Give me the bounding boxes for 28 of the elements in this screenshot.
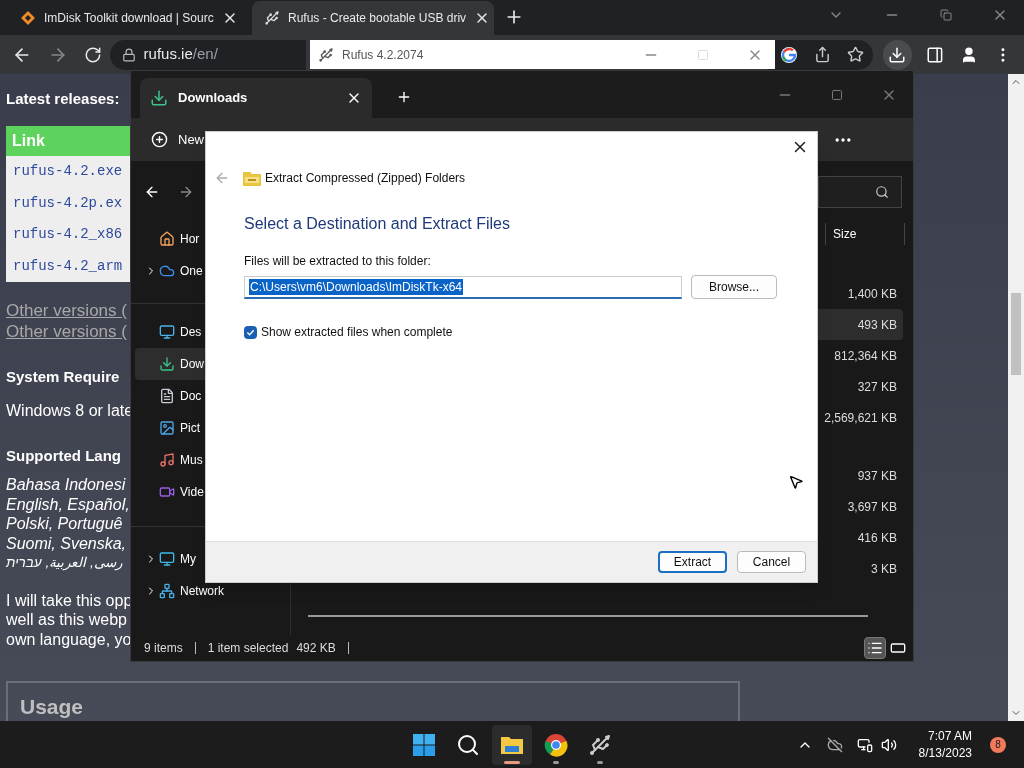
tab-title: Downloads (178, 89, 249, 108)
languages-line: Polski, Portuguê (6, 514, 123, 534)
section-heading: Supported Lang (6, 445, 121, 466)
size-cell-text: 327 KB (857, 378, 897, 396)
tab-title: ImDisk Toolkit download | Sourc (44, 10, 214, 27)
window-title: Rufus 4.2.2074 (342, 46, 424, 64)
url-text: rufus.ie/en/ (143, 44, 218, 65)
section-heading: Latest releases: (6, 89, 120, 110)
dialog-title: Extract Compressed (Zipped) Folders (265, 170, 466, 187)
section-heading: System Require (6, 367, 120, 388)
languages-line: Bahasa Indonesi (6, 475, 126, 495)
item-count: 9 items (144, 640, 183, 657)
tab-title: Rufus - Create bootable USB driv (288, 10, 467, 27)
paragraph-line: well as this webp (6, 610, 127, 630)
languages-line: English, Español, (6, 494, 130, 515)
size-cell-text: 416 KB (857, 529, 897, 547)
selection-info: 1 item selected (207, 640, 289, 657)
size-cell-text: 493 KB (857, 316, 897, 334)
size-cell-text: 3,697 KB (847, 498, 897, 516)
size-cell-text: 937 KB (857, 467, 897, 485)
usage-heading: Usage (20, 695, 84, 719)
dialog-heading: Select a Destination and Extract Files (244, 214, 511, 234)
languages-line: Suomi, Svenska, (6, 533, 127, 554)
selection-size: 492 KB (296, 640, 336, 657)
size-cell-text: 812,364 KB (834, 347, 897, 365)
languages-line: رسی, العربية, עברית (6, 554, 123, 573)
size-cell-text: 2,569,621 KB (824, 409, 897, 427)
field-label: Files will be extracted to this folder: (244, 253, 432, 270)
